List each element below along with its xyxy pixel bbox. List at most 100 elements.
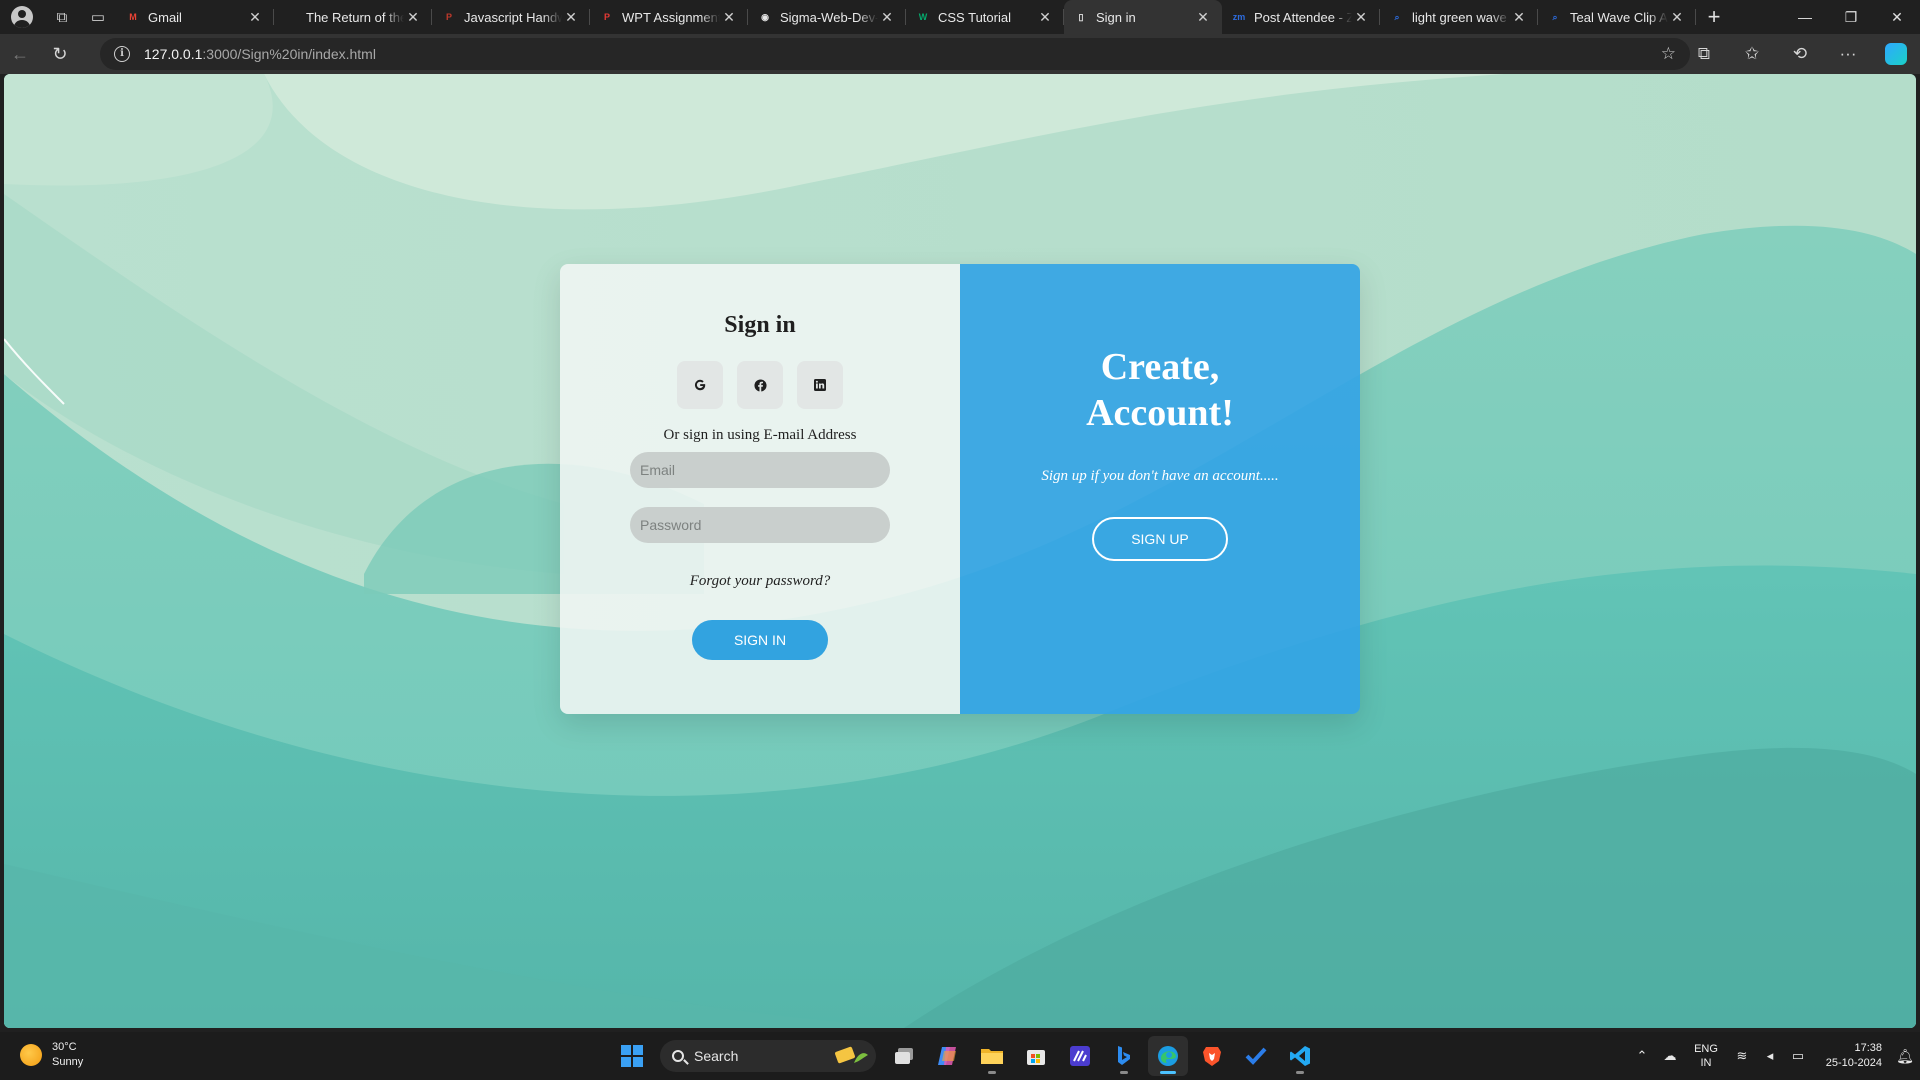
show-hidden-icons-icon[interactable]: ⌃ (1628, 1048, 1656, 1064)
linkedin-login-button[interactable] (797, 361, 843, 409)
extensions-icon[interactable]: ⧉ (1680, 34, 1728, 74)
copilot-button[interactable] (1872, 34, 1920, 74)
close-tab-icon[interactable]: ✕ (1510, 9, 1528, 26)
bing-icon (1118, 1046, 1130, 1065)
back-icon[interactable]: ← (0, 34, 40, 74)
taskbar-apps: Search (612, 1036, 1320, 1076)
search-highlight-icon (835, 1046, 868, 1064)
copilot-icon (1885, 43, 1907, 65)
workspaces-icon[interactable]: ⧉ (44, 0, 80, 34)
close-tab-icon[interactable]: ✕ (1194, 9, 1212, 26)
address-bar[interactable]: i 127.0.0.1:3000/Sign%20in/index.html ☆ (100, 38, 1690, 70)
language-region: IN (1700, 1057, 1712, 1069)
browser-tab[interactable]: The Return of the ✕ (274, 0, 432, 34)
browser-tab[interactable]: P WPT Assignment ✕ (590, 0, 748, 34)
linkedin-icon (814, 379, 826, 391)
app-purple-button[interactable] (1060, 1036, 1100, 1076)
document-icon: ▯ (1078, 12, 1084, 22)
store-icon (1027, 1050, 1045, 1065)
browser-tab[interactable]: zm Post Attendee - Z ✕ (1222, 0, 1380, 34)
language-indicator[interactable]: ENG IN (1684, 1042, 1728, 1070)
checkmark-icon (1245, 1047, 1267, 1065)
restore-icon[interactable]: ❐ (1828, 0, 1874, 34)
copilot-app-button[interactable] (928, 1036, 968, 1076)
forgot-password-link[interactable]: Forgot your password? (690, 573, 831, 590)
start-button[interactable] (612, 1036, 652, 1076)
taskbar-search[interactable]: Search (660, 1040, 876, 1072)
bing-button[interactable] (1104, 1036, 1144, 1076)
sign-up-button[interactable]: SIGN UP (1092, 517, 1228, 561)
close-window-icon[interactable]: ✕ (1874, 0, 1920, 34)
create-account-title-line1: Create, (1100, 346, 1220, 388)
sign-in-button[interactable]: SIGN IN (692, 620, 828, 660)
browser-tab[interactable]: W CSS Tutorial ✕ (906, 0, 1064, 34)
tab-title: Post Attendee - Z (1254, 9, 1352, 25)
zoom-icon: zm (1232, 12, 1246, 22)
task-view-button[interactable] (884, 1036, 924, 1076)
battery-icon[interactable]: ▭ (1784, 1048, 1812, 1064)
clock-date: 25-10-2024 (1825, 1057, 1882, 1069)
volume-icon[interactable]: ◂ (1756, 1048, 1784, 1064)
window-controls: — ❐ ✕ (1782, 0, 1920, 34)
history-icon[interactable]: ⟲ (1776, 34, 1824, 74)
wifi-icon[interactable]: ≋ (1728, 1048, 1756, 1064)
file-explorer-button[interactable] (972, 1036, 1012, 1076)
create-account-title: Create, Account! (1086, 344, 1234, 436)
favorites-icon[interactable]: ✩ (1728, 34, 1776, 74)
close-tab-icon[interactable]: ✕ (720, 9, 738, 26)
clock[interactable]: 17:38 25-10-2024 (1812, 1041, 1882, 1071)
create-account-title-line2: Account! (1086, 392, 1234, 434)
vscode-button[interactable] (1280, 1036, 1320, 1076)
weather-text: 30°C Sunny (52, 1040, 83, 1070)
windows-taskbar: 30°C Sunny Search ⌃ ☁ ENG IN ≋ ◂ ▭ 17:38… (0, 1032, 1920, 1080)
close-tab-icon[interactable]: ✕ (1668, 9, 1686, 26)
page-icon (284, 10, 298, 24)
system-tray: ⌃ ☁ ENG IN ≋ ◂ ▭ 17:38 25-10-2024 🔔︎ (1628, 1032, 1920, 1080)
profile-button[interactable] (0, 0, 44, 34)
browser-tab[interactable]: ⌕ light green wave b ✕ (1380, 0, 1538, 34)
close-tab-icon[interactable]: ✕ (878, 9, 896, 26)
close-tab-icon[interactable]: ✕ (1352, 9, 1370, 26)
notification-bell-icon[interactable]: 🔔︎ (1890, 1048, 1920, 1065)
browser-tab[interactable]: P Javascript Handw ✕ (432, 0, 590, 34)
onedrive-icon[interactable]: ☁ (1656, 1048, 1684, 1064)
github-icon: ◉ (761, 12, 769, 22)
new-tab-button[interactable]: + (1696, 0, 1732, 34)
gmail-icon: M (129, 12, 137, 22)
minimize-icon[interactable]: — (1782, 0, 1828, 34)
tab-actions-icon[interactable]: ▭ (80, 0, 116, 34)
sign-in-panel: Sign in Or sign in using E-mail Address … (560, 264, 960, 714)
folder-icon (981, 1049, 1003, 1064)
refresh-icon[interactable]: ↻ (40, 34, 80, 74)
tab-title: CSS Tutorial (938, 9, 1011, 25)
site-info-icon[interactable]: i (114, 46, 130, 62)
todo-button[interactable] (1236, 1036, 1276, 1076)
math-app-icon (1070, 1046, 1090, 1066)
password-input[interactable] (630, 507, 890, 543)
email-input[interactable] (630, 452, 890, 488)
browser-tab[interactable]: ▯ Sign in ✕ (1064, 0, 1222, 34)
facebook-login-button[interactable] (737, 361, 783, 409)
browser-tab[interactable]: ⌕ Teal Wave Clip Art ✕ (1538, 0, 1696, 34)
browser-tab[interactable]: ◉ Sigma-Web-Dev-C ✕ (748, 0, 906, 34)
favorite-star-icon[interactable]: ☆ (1661, 44, 1676, 64)
search-icon: ⌕ (1394, 12, 1400, 22)
ms-store-button[interactable] (1016, 1036, 1056, 1076)
close-tab-icon[interactable]: ✕ (246, 9, 264, 26)
tab-title: Javascript Handw (464, 9, 562, 25)
more-menu-icon[interactable]: ··· (1824, 34, 1872, 74)
close-tab-icon[interactable]: ✕ (562, 9, 580, 26)
task-view-icon (895, 1048, 913, 1064)
edge-button[interactable] (1148, 1036, 1188, 1076)
close-tab-icon[interactable]: ✕ (1036, 9, 1054, 26)
page-viewport: Sign in Or sign in using E-mail Address … (4, 74, 1916, 1028)
browser-tab[interactable]: M Gmail ✕ (116, 0, 274, 34)
close-tab-icon[interactable]: ✕ (404, 9, 422, 26)
brave-lion-icon (1203, 1047, 1221, 1066)
weather-widget[interactable]: 30°C Sunny (20, 1040, 83, 1070)
weather-description: Sunny (52, 1056, 84, 1068)
google-login-button[interactable] (677, 361, 723, 409)
brave-button[interactable] (1192, 1036, 1232, 1076)
vscode-icon (1290, 1046, 1310, 1066)
running-indicator (1296, 1071, 1304, 1074)
